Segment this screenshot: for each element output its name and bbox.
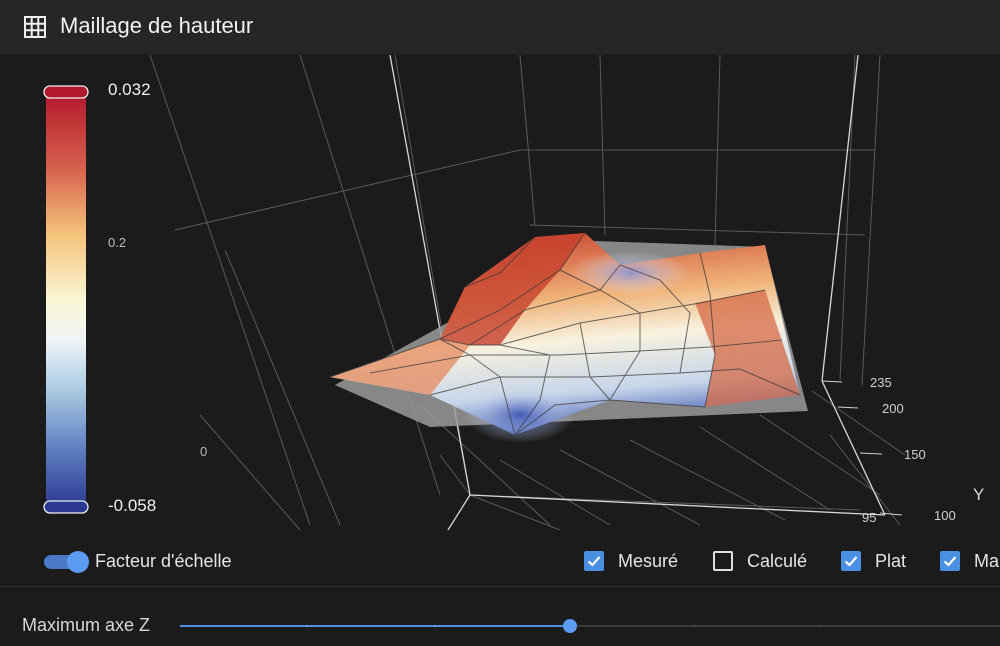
scale-factor-toggle[interactable] (44, 551, 89, 573)
z-axis-zero-label: 0 (200, 444, 208, 459)
y-tick-235: 235 (870, 375, 892, 390)
colorbar-mid-label: 0.2 (108, 235, 127, 250)
slider-tick (693, 625, 695, 627)
y-tick-100: 100 (934, 508, 956, 523)
heightmap-3d-plot[interactable]: 0.032 0.2 -0.058 0 235 200 150 100 95 Y (0, 55, 1000, 530)
plot-canvas[interactable] (0, 55, 1000, 530)
flat-checkbox[interactable] (841, 551, 861, 571)
check-icon (844, 556, 858, 567)
z-axis-max-slider[interactable] (180, 619, 1000, 633)
panel-title: Maillage de hauteur (60, 13, 254, 38)
slider-fill (180, 625, 570, 627)
y-axis-title: Y (973, 485, 985, 504)
colorbar-min-label: -0.058 (108, 496, 157, 515)
display-options: Facteur d'échelle Mesuré Calculé Plat Ma (0, 540, 1000, 585)
scale-factor-label: Facteur d'échelle (95, 551, 232, 571)
z-axis-max-label: Maximum axe Z (22, 615, 151, 635)
slider-tick (306, 625, 308, 627)
colorbar-min-handle[interactable] (43, 500, 89, 514)
grid-icon (24, 16, 46, 38)
panel-header: Maillage de hauteur (0, 0, 1000, 55)
colorbar-max-label: 0.032 (108, 80, 151, 99)
fourth-checkbox[interactable] (940, 551, 960, 571)
slider-tick (820, 625, 822, 627)
colorbar (43, 85, 89, 514)
fourth-label[interactable]: Ma (974, 551, 999, 572)
measured-label[interactable]: Mesuré (618, 551, 678, 572)
y-tick-95: 95 (862, 510, 877, 525)
toggle-knob[interactable] (67, 551, 89, 573)
y-tick-200: 200 (882, 401, 904, 416)
check-icon (943, 556, 957, 567)
calculated-label[interactable]: Calculé (747, 551, 807, 572)
y-tick-150: 150 (904, 447, 926, 462)
calculated-checkbox[interactable] (713, 551, 733, 571)
slider-thumb[interactable] (563, 619, 577, 633)
measured-checkbox[interactable] (584, 551, 604, 571)
divider (0, 586, 1000, 587)
slider-tick (434, 625, 436, 627)
flat-label[interactable]: Plat (875, 551, 906, 572)
z-axis-max-row: Maximum axe Z (0, 600, 1000, 646)
check-icon (587, 556, 601, 567)
colorbar-max-handle[interactable] (43, 85, 89, 99)
